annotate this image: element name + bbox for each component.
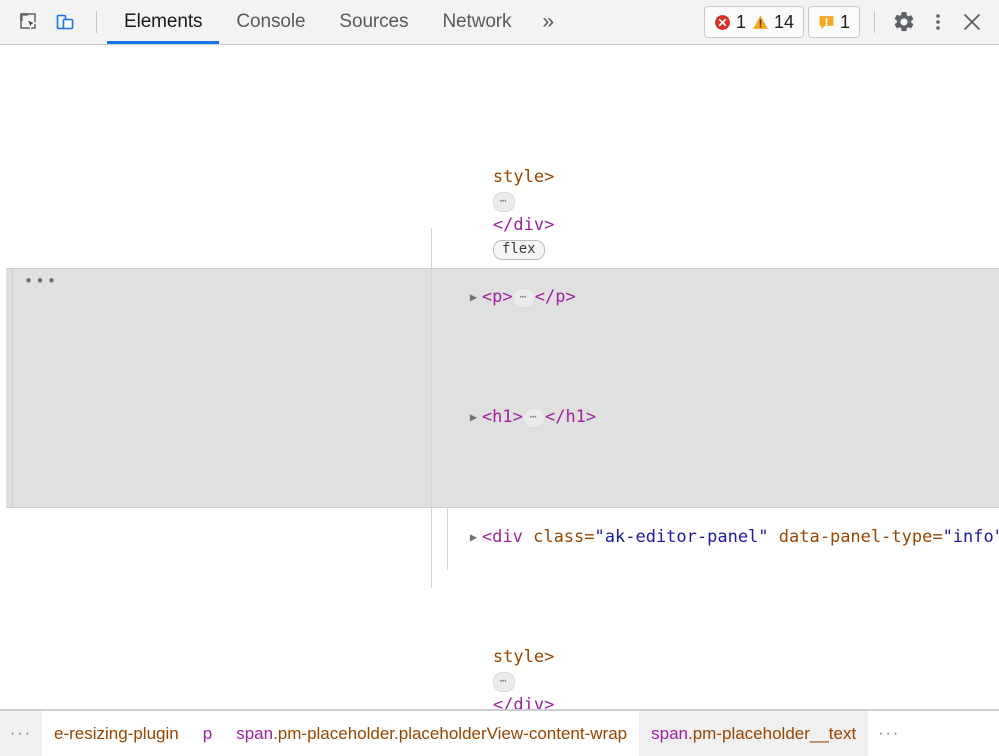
warning-counter[interactable]: 14 — [752, 12, 794, 33]
breadcrumb-item-span-wrap[interactable]: span .pm-placeholder.placeholderView-cont… — [224, 711, 639, 756]
breadcrumb-label: e-resizing-plugin — [53, 723, 179, 743]
expand-dots-badge[interactable]: ⋯ — [492, 192, 516, 212]
expand-dots-badge[interactable]: ⋯ — [492, 672, 516, 692]
inspect-cursor-icon[interactable] — [14, 7, 44, 37]
tab-network[interactable]: Network — [425, 0, 528, 44]
breadcrumb-tag: span — [651, 723, 688, 743]
tab-sources[interactable]: Sources — [322, 0, 425, 44]
issue-speech-bubble-icon — [819, 15, 834, 29]
breadcrumb-class: .pm-placeholder.placeholderView-content-… — [273, 723, 628, 743]
more-tabs-button[interactable]: » — [528, 0, 568, 44]
breadcrumb-item-span-text[interactable]: span .pm-placeholder__text — [639, 711, 869, 756]
dom-line[interactable]: <div class="ak-editor-panel" data-panel-… — [0, 501, 999, 547]
breadcrumb-tag: span — [236, 723, 274, 743]
flex-badge[interactable]: flex — [492, 240, 545, 260]
device-toolbar-icon[interactable] — [50, 7, 80, 37]
devtools-window: Elements Console Sources Network » 1 14 … — [0, 0, 999, 756]
panel-tabs: Elements Console Sources Network » — [107, 0, 568, 44]
breadcrumb: ··· e-resizing-plugin p span .pm-placehol… — [0, 710, 999, 756]
dom-line[interactable]: <h1>⋯</h1> — [0, 381, 999, 428]
dom-attr: class — [533, 527, 585, 547]
devtools-toolbar: Elements Console Sources Network » 1 14 … — [0, 0, 999, 45]
tab-console[interactable]: Console — [219, 0, 322, 44]
kebab-menu-icon[interactable] — [923, 7, 953, 37]
warning-count: 14 — [773, 11, 794, 32]
gear-icon[interactable] — [889, 7, 919, 37]
chevron-right-icon[interactable] — [470, 525, 482, 549]
dom-tag: </p> — [534, 287, 576, 307]
dom-tree[interactable]: style> ⋯ </div> flex <p>⋯</p> <h1>⋯</h1>… — [0, 45, 999, 709]
dom-attr-value[interactable]: "info" — [943, 527, 999, 547]
issues-counter-group[interactable]: 1 — [807, 6, 860, 38]
error-count: 1 — [735, 11, 746, 32]
toolbar-divider-right — [874, 11, 875, 33]
dom-attr: style> — [492, 647, 555, 667]
dom-tag: </div> — [492, 215, 555, 235]
expand-dots-badge[interactable]: ⋯ — [512, 288, 535, 308]
breadcrumb-item-resizing-plugin[interactable]: e-resizing-plugin — [42, 711, 191, 756]
dom-line[interactable]: style> ⋯ </div> flex — [0, 141, 999, 260]
tab-elements[interactable]: Elements — [107, 0, 220, 44]
dom-attr: style> — [492, 167, 555, 187]
toolbar-right-group: 1 14 1 — [703, 0, 999, 44]
dom-line[interactable]: style> ⋯ </div> flex — [0, 621, 999, 709]
breadcrumb-overflow-right[interactable]: ··· — [868, 711, 911, 756]
dom-tag: </div> — [492, 695, 555, 710]
error-warning-counters[interactable]: 1 14 — [703, 6, 804, 38]
issues-count: 1 — [839, 11, 850, 32]
close-icon[interactable] — [957, 7, 987, 37]
dom-tag: </h1> — [544, 407, 597, 427]
dom-tag: <div — [481, 527, 523, 547]
issues-counter[interactable]: 1 — [818, 12, 850, 33]
dom-line[interactable]: <p>⋯</p> — [0, 261, 999, 308]
dom-tag: <p> — [481, 287, 513, 307]
dom-tag: <h1> — [481, 407, 523, 427]
expand-dots-badge[interactable]: ⋯ — [522, 408, 545, 428]
toolbar-divider — [96, 11, 97, 33]
breadcrumb-label: p — [202, 723, 213, 743]
toolbar-left-group — [0, 0, 107, 44]
dom-attr-value[interactable]: "ak-editor-panel" — [595, 527, 769, 547]
dom-tree-panel[interactable]: ••• style> ⋯ </div> flex <p>⋯</p> <h1>⋯<… — [0, 45, 999, 710]
chevron-right-icon[interactable] — [470, 285, 482, 309]
warning-triangle-icon — [753, 14, 768, 29]
breadcrumb-class: .pm-placeholder__text — [688, 723, 857, 743]
dom-attr: data-panel-type — [778, 527, 933, 547]
error-circle-icon — [715, 14, 730, 30]
error-counter[interactable]: 1 — [714, 12, 746, 33]
chevron-right-icon[interactable] — [470, 405, 482, 429]
breadcrumb-overflow-left[interactable]: ··· — [0, 711, 42, 756]
breadcrumb-item-p[interactable]: p — [191, 711, 224, 756]
